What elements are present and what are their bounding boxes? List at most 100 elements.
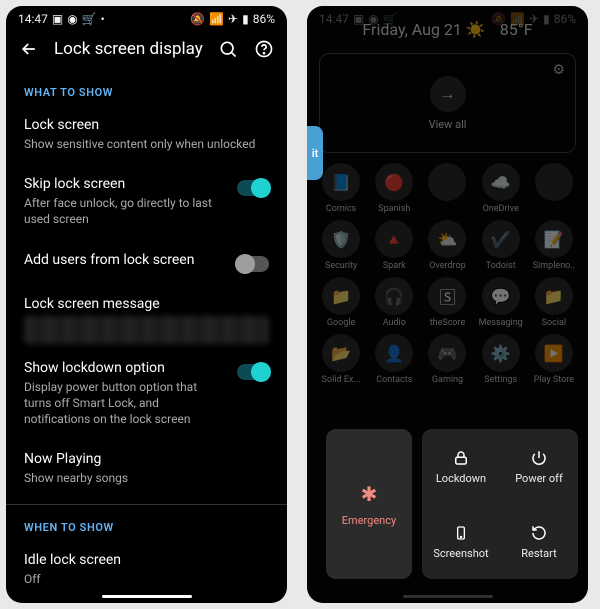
- app-icon: [535, 163, 573, 201]
- side-tab[interactable]: it: [307, 126, 323, 180]
- power-off-button[interactable]: Power off: [500, 429, 578, 504]
- section-when-to-show: WHEN TO SHOW: [6, 509, 287, 542]
- gear-icon[interactable]: ⚙: [552, 62, 565, 78]
- setting-sub: Display power button option that turns o…: [24, 379, 227, 428]
- wifi-icon: 📶: [209, 12, 224, 26]
- back-button[interactable]: [18, 38, 40, 60]
- app-label: Google: [327, 318, 355, 328]
- lockdown-label: Lockdown: [436, 472, 486, 485]
- app-icon: 🛡️: [322, 220, 360, 258]
- app-label: Spanish: [378, 204, 410, 214]
- power-off-label: Power off: [515, 472, 563, 485]
- app-bar: Lock screen display: [6, 28, 287, 74]
- status-battery: 86%: [253, 12, 275, 26]
- app-simpleno-[interactable]: 📝 Simpleno..: [529, 220, 579, 271]
- setting-sub: Show nearby songs: [24, 470, 269, 486]
- app-label: Security: [325, 261, 357, 271]
- app-icon: ✔️: [482, 220, 520, 258]
- app-gaming[interactable]: 🎮 Gaming: [422, 334, 472, 385]
- app-spanish[interactable]: 🔴 Spanish: [369, 163, 419, 214]
- app-label: Social: [542, 318, 566, 328]
- setting-skip-lock-screen[interactable]: Skip lock screen After face unlock, go d…: [6, 166, 287, 241]
- view-all-label: View all: [429, 118, 467, 131]
- setting-show-lockdown[interactable]: Show lockdown option Display power butto…: [6, 350, 287, 442]
- restart-button[interactable]: Restart: [500, 504, 578, 579]
- app-icon: ⚙️: [482, 334, 520, 372]
- app-contacts[interactable]: 👤 Contacts: [369, 334, 419, 385]
- app-label: Settings: [484, 375, 517, 385]
- app-solid-ex-[interactable]: 📂 Solid Ex...: [316, 334, 366, 385]
- asterisk-icon: ✱: [361, 482, 378, 506]
- search-button[interactable]: [217, 38, 239, 60]
- gesture-nav-bar[interactable]: [102, 595, 192, 598]
- cart-icon: 🛒: [82, 12, 97, 26]
- app-icon: ▶️: [535, 334, 573, 372]
- app-thescore[interactable]: 🅂 theScore: [422, 277, 472, 328]
- app-onedrive[interactable]: ☁️ OneDrive: [476, 163, 526, 214]
- help-button[interactable]: [253, 38, 275, 60]
- setting-title: Skip lock screen: [24, 176, 227, 192]
- battery-icon: ▮: [242, 12, 249, 26]
- app-label: Messaging: [479, 318, 523, 328]
- emergency-button[interactable]: ✱ Emergency: [326, 429, 412, 579]
- divider: [6, 504, 287, 505]
- app-security[interactable]: 🛡️ Security: [316, 220, 366, 271]
- app-icon: [428, 163, 466, 201]
- gesture-nav-bar[interactable]: [403, 595, 493, 598]
- lockdown-button[interactable]: Lockdown: [422, 429, 500, 504]
- app-label: OneDrive: [483, 204, 519, 214]
- app-comics[interactable]: 📘 Comics: [316, 163, 366, 214]
- redacted-message-value: [24, 316, 269, 344]
- app-label: Spark: [383, 261, 406, 271]
- setting-now-playing[interactable]: Now Playing Show nearby songs: [6, 441, 287, 500]
- toggle-skip-lock-screen[interactable]: [237, 180, 269, 196]
- status-bar: 14:47 ▣ ◉ 🛒 • 🔕 📶 ✈ ▮ 86%: [6, 6, 287, 28]
- toggle-show-lockdown[interactable]: [237, 364, 269, 380]
- app-label: Gaming: [432, 375, 463, 385]
- app-icon: 📘: [322, 163, 360, 201]
- app-label: Audio: [383, 318, 406, 328]
- app-icon: 👤: [375, 334, 413, 372]
- date-widget[interactable]: Friday, Aug 21 ☀️ 85°F: [313, 6, 582, 47]
- app-label: Comics: [326, 204, 356, 214]
- setting-add-users[interactable]: Add users from lock screen: [6, 242, 287, 286]
- app-messaging[interactable]: 💬 Messaging: [476, 277, 526, 328]
- app-settings[interactable]: ⚙️ Settings: [476, 334, 526, 385]
- app-icon: 🔴: [375, 163, 413, 201]
- lock-icon: [452, 449, 470, 467]
- app-google[interactable]: 📁 Google: [316, 277, 366, 328]
- app-label: Contacts: [376, 375, 412, 385]
- power-menu: ✱ Emergency Lockdown Power off Screens: [326, 429, 578, 579]
- toggle-add-users[interactable]: [237, 256, 269, 272]
- setting-lock-message[interactable]: Lock screen message: [6, 286, 287, 314]
- setting-lock-screen[interactable]: Lock screen Show sensitive content only …: [6, 107, 287, 166]
- app-label: theScore: [430, 318, 466, 328]
- phone-icon: [453, 524, 469, 542]
- app-label: Overdrop: [429, 261, 465, 271]
- app-icon: 🔺: [375, 220, 413, 258]
- view-all-button[interactable]: → View all: [429, 76, 467, 131]
- setting-title: Show lockdown option: [24, 360, 227, 376]
- app-play-store[interactable]: ▶️ Play Store: [529, 334, 579, 385]
- app-icon: 📝: [535, 220, 573, 258]
- setting-idle-lock-screen[interactable]: Idle lock screen Off: [6, 542, 287, 601]
- app-todoist[interactable]: ✔️ Todoist: [476, 220, 526, 271]
- status-time: 14:47: [18, 12, 48, 26]
- app-blank: [529, 163, 579, 214]
- arrow-right-icon: →: [430, 76, 466, 112]
- dnd-icon: 🔕: [190, 12, 205, 26]
- setting-title: Lock screen message: [24, 296, 269, 312]
- setting-sub: After face unlock, go directly to last u…: [24, 195, 227, 227]
- app-icon: 📁: [535, 277, 573, 315]
- app-audio[interactable]: 🎧 Audio: [369, 277, 419, 328]
- date-text: Friday, Aug 21: [362, 20, 462, 39]
- twitch-icon: ▣: [52, 12, 63, 26]
- app-label: Todoist: [486, 261, 516, 271]
- app-social[interactable]: 📁 Social: [529, 277, 579, 328]
- airplane-icon: ✈: [228, 12, 238, 26]
- app-spark[interactable]: 🔺 Spark: [369, 220, 419, 271]
- app-overdrop[interactable]: ⛅ Overdrop: [422, 220, 472, 271]
- screenshot-button[interactable]: Screenshot: [422, 504, 500, 579]
- power-grid: Lockdown Power off Screenshot Restart: [422, 429, 578, 579]
- glance-widget[interactable]: ⚙ → View all: [319, 53, 576, 153]
